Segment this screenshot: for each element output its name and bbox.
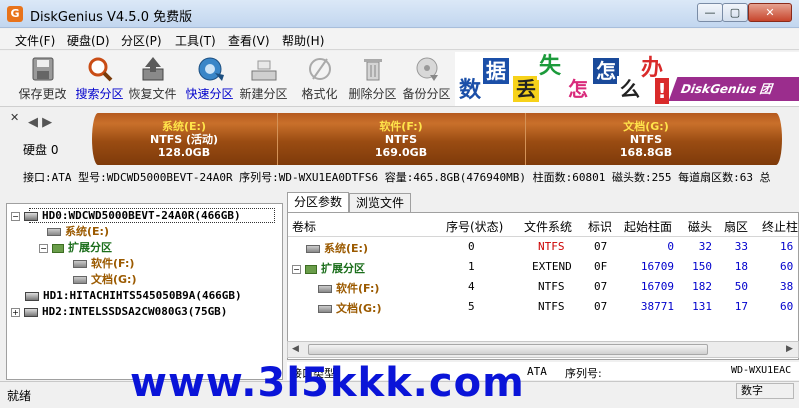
disk-nav-arrows[interactable]: ◀ ▶ bbox=[28, 115, 52, 130]
status-text: 就绪 bbox=[7, 389, 32, 403]
tab-browse-files[interactable]: 浏览文件 bbox=[349, 193, 412, 213]
delete-partition-button[interactable]: 删除分区 bbox=[344, 55, 401, 103]
new-partition-button[interactable]: 新建分区 bbox=[235, 55, 292, 103]
partition-icon bbox=[73, 260, 87, 268]
title-bar: G DiskGenius V4.5.0 免费版 — ▢ ✕ bbox=[0, 0, 799, 28]
menu-tools[interactable]: 工具(T) bbox=[175, 32, 216, 49]
col-header-id[interactable]: 标识 bbox=[588, 218, 612, 235]
banner-char: 丢 bbox=[513, 76, 539, 102]
hdd-icon bbox=[25, 291, 39, 301]
disk-tree: − HD0:WDCWD5000BEVT-24A0R(466GB) 系统(E:) −… bbox=[6, 203, 283, 380]
partition-icon bbox=[73, 276, 87, 284]
close-button[interactable]: ✕ bbox=[748, 3, 792, 22]
watermark-text: www.3l5kkk.com bbox=[130, 360, 525, 406]
banner-char: 失 bbox=[537, 54, 563, 80]
col-header-sector[interactable]: 扇区 bbox=[724, 218, 748, 235]
tree-item-hd0[interactable]: − HD0:WDCWD5000BEVT-24A0R(466GB) bbox=[11, 208, 241, 224]
tree-item-hd1[interactable]: HD1:HITACHIHTS545050B9A(466GB) bbox=[25, 288, 242, 304]
menu-help[interactable]: 帮助(H) bbox=[282, 32, 324, 49]
partition-block-system[interactable]: 系统(E:) NTFS (活动) 128.0GB bbox=[94, 120, 274, 159]
window-title: DiskGenius V4.5.0 免费版 bbox=[30, 10, 193, 25]
collapse-icon[interactable]: − bbox=[39, 243, 48, 253]
col-header-end-cyl[interactable]: 终止柱 bbox=[762, 218, 798, 235]
save-icon bbox=[32, 57, 53, 81]
tree-item-system[interactable]: 系统(E:) bbox=[47, 224, 109, 240]
table-header: 卷标 序号(状态) 文件系统 标识 起始柱面 磁头 扇区 终止柱 bbox=[288, 213, 798, 237]
tree-item-extended[interactable]: − 扩展分区 bbox=[39, 240, 112, 256]
banner-char: 数 bbox=[457, 78, 483, 104]
interface-type-value: ATA bbox=[527, 365, 547, 378]
table-row[interactable]: 系统(E:) 0 NTFS 07 0 32 33 16 bbox=[288, 237, 798, 257]
extended-partition-icon bbox=[305, 264, 317, 274]
extended-partition-icon bbox=[52, 243, 64, 253]
menu-file[interactable]: 文件(F) bbox=[15, 32, 55, 49]
minimize-button[interactable]: — bbox=[697, 3, 723, 22]
collapse-icon[interactable]: − bbox=[11, 211, 20, 221]
search-icon bbox=[88, 57, 112, 82]
numlock-indicator: 数字 bbox=[736, 383, 794, 399]
tree-item-documents[interactable]: 文档(G:) bbox=[73, 272, 136, 288]
partition-table: 卷标 序号(状态) 文件系统 标识 起始柱面 磁头 扇区 终止柱 系统(E:) … bbox=[287, 212, 799, 360]
serial-label: 序列号: bbox=[565, 367, 602, 380]
quick-partition-icon bbox=[198, 57, 224, 81]
scroll-thumb[interactable] bbox=[308, 344, 708, 355]
tab-bar: 分区参数 浏览文件 bbox=[287, 192, 799, 213]
banner-char: 怎 bbox=[565, 76, 591, 102]
expand-icon[interactable]: + bbox=[11, 307, 20, 317]
menu-bar: 文件(F) 硬盘(D) 分区(P) 工具(T) 查看(V) 帮助(H) bbox=[0, 29, 799, 50]
partition-icon bbox=[47, 228, 61, 236]
scroll-right-icon[interactable]: ▶ bbox=[786, 344, 793, 354]
partition-block-software[interactable]: 软件(F:) NTFS 169.0GB bbox=[311, 120, 491, 159]
col-header-seq[interactable]: 序号(状态) bbox=[446, 218, 503, 235]
backup-partition-button[interactable]: 备份分区 bbox=[398, 55, 455, 103]
promo-banner[interactable]: 数 据 丢 失 怎 怎 么 办 ! DiskGenius 团 bbox=[455, 52, 799, 106]
partition-block-documents[interactable]: 文档(G:) NTFS 168.8GB bbox=[556, 120, 736, 159]
maximize-button[interactable]: ▢ bbox=[722, 3, 748, 22]
save-changes-button[interactable]: 保存更改 bbox=[14, 55, 71, 103]
format-button[interactable]: 格式化 bbox=[291, 55, 348, 103]
table-row[interactable]: 文档(G:) 5 NTFS 07 38771 131 17 60 bbox=[288, 297, 798, 317]
col-header-head[interactable]: 磁头 bbox=[688, 218, 712, 235]
close-icon[interactable]: ✕ bbox=[10, 111, 19, 124]
quick-partition-button[interactable]: 快速分区 bbox=[181, 55, 238, 103]
partition-separator bbox=[277, 113, 278, 165]
tree-item-hd2[interactable]: + HD2:INTELSSDSA2CW080G3(75GB) bbox=[11, 304, 227, 320]
backup-icon bbox=[416, 57, 438, 81]
restore-icon bbox=[142, 57, 163, 81]
horizontal-scrollbar[interactable]: ◀ ▶ bbox=[287, 341, 799, 358]
menu-view[interactable]: 查看(V) bbox=[228, 32, 270, 49]
banner-char: 据 bbox=[483, 58, 509, 84]
partition-separator bbox=[525, 113, 526, 165]
search-partition-button[interactable]: 搜索分区 bbox=[71, 55, 128, 103]
tab-partition-params[interactable]: 分区参数 bbox=[287, 192, 350, 213]
restore-files-button[interactable]: 恢复文件 bbox=[124, 55, 181, 103]
col-header-label[interactable]: 卷标 bbox=[292, 218, 316, 235]
partition-icon bbox=[318, 285, 332, 293]
serial-value: WD-WXU1EAC bbox=[731, 365, 792, 376]
disk-label: 硬盘 0 bbox=[23, 143, 59, 157]
format-icon bbox=[308, 58, 331, 80]
table-row[interactable]: 软件(F:) 4 NTFS 07 16709 182 50 38 bbox=[288, 277, 798, 297]
banner-char: 怎 bbox=[593, 58, 619, 84]
banner-tag: DiskGenius 团 bbox=[668, 77, 799, 101]
collapse-icon[interactable]: − bbox=[292, 264, 301, 274]
hdd-icon bbox=[24, 211, 38, 221]
tree-item-software[interactable]: 软件(F:) bbox=[73, 256, 134, 272]
new-partition-icon bbox=[251, 60, 276, 81]
app-icon: G bbox=[7, 6, 23, 22]
hdd-icon bbox=[24, 307, 38, 317]
disk-info-line: 接口:ATA 型号:WDCWD5000BEVT-24A0R 序列号:WD-WXU… bbox=[23, 171, 771, 184]
menu-disk[interactable]: 硬盘(D) bbox=[67, 32, 110, 49]
col-header-fs[interactable]: 文件系统 bbox=[524, 218, 572, 235]
partition-icon bbox=[318, 305, 332, 313]
scroll-left-icon[interactable]: ◀ bbox=[292, 344, 299, 354]
banner-char: ! bbox=[655, 78, 669, 104]
table-row[interactable]: − 扩展分区 1 EXTEND 0F 16709 150 18 60 bbox=[288, 257, 798, 277]
disk-map: ✕ ◀ ▶ 硬盘 0 系统(E:) NTFS (活动) 128.0GB 软件(F… bbox=[0, 108, 799, 168]
delete-icon bbox=[363, 59, 382, 81]
partition-icon bbox=[306, 245, 320, 253]
menu-partition[interactable]: 分区(P) bbox=[121, 32, 162, 49]
col-header-start-cyl[interactable]: 起始柱面 bbox=[624, 218, 672, 235]
